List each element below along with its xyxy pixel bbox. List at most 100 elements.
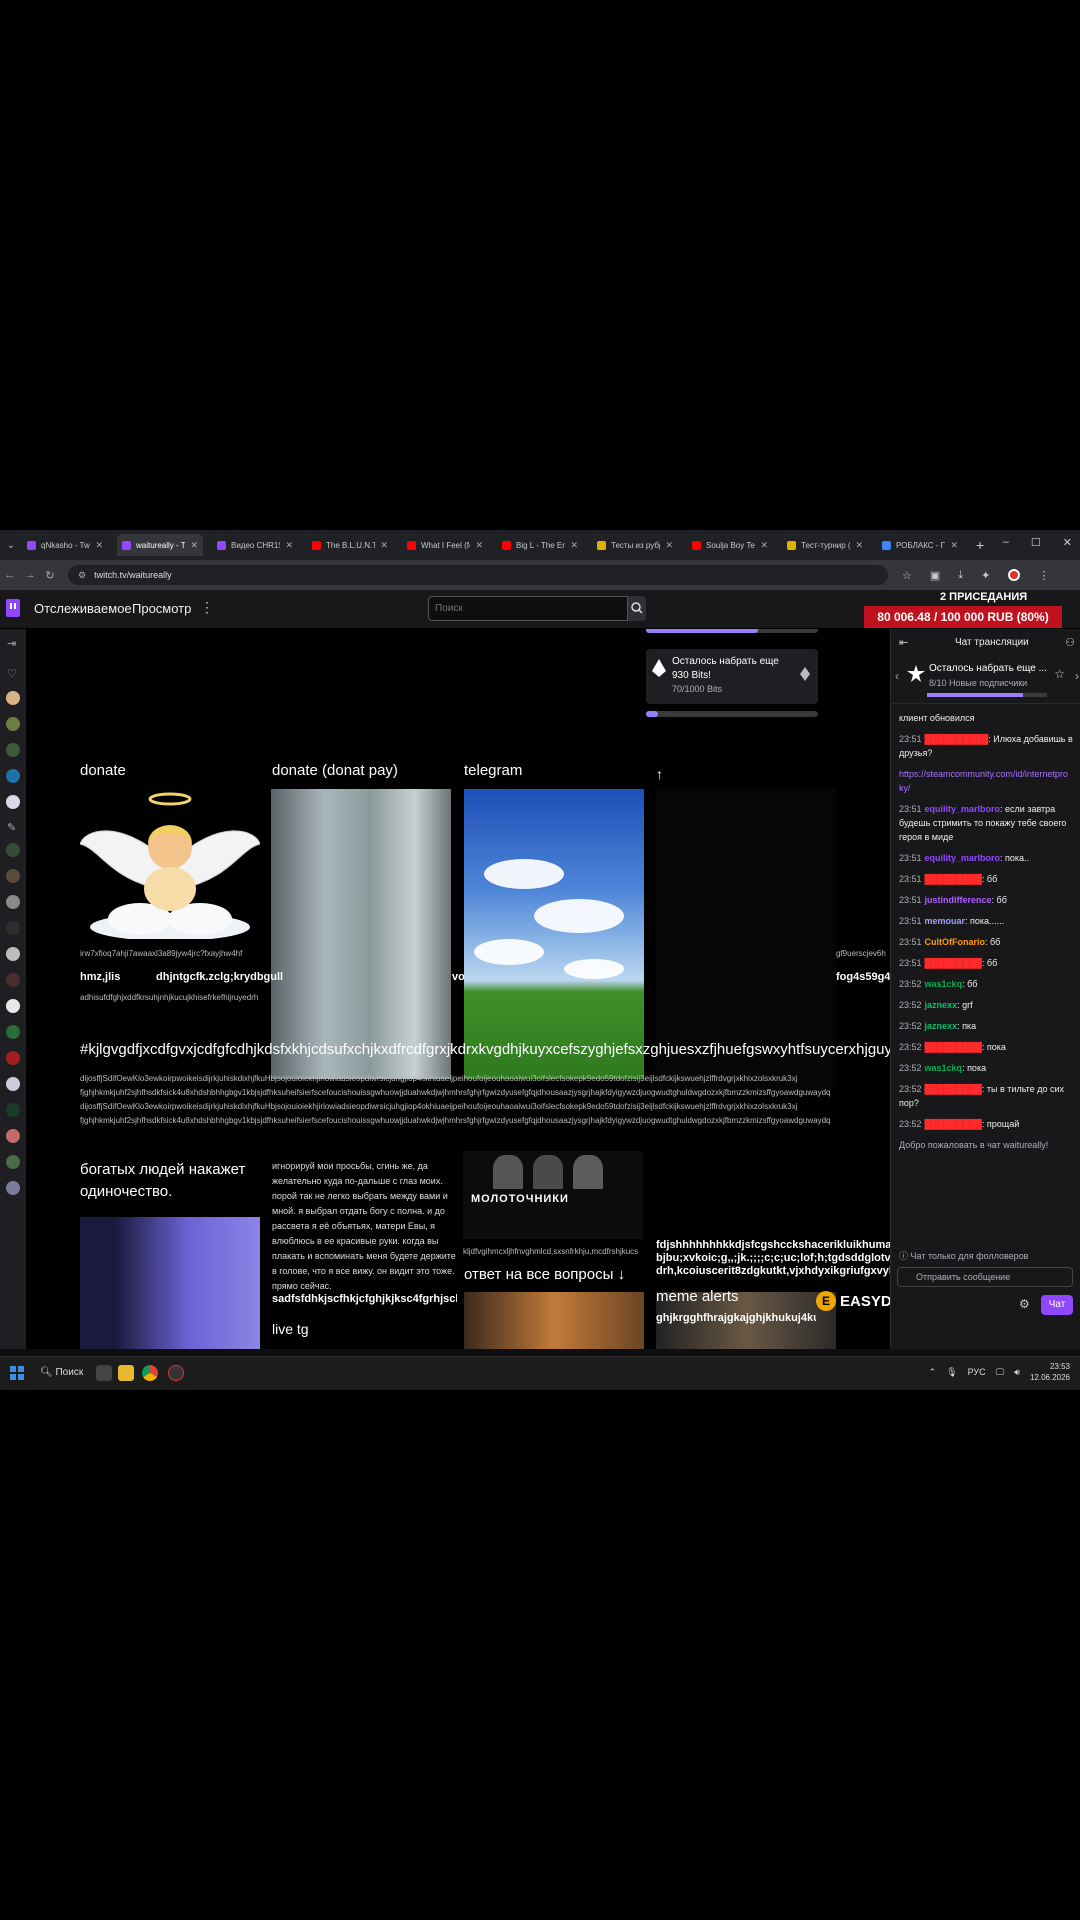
chat-username[interactable]: █████████ xyxy=(925,958,982,968)
site-info-icon[interactable]: ⚙ xyxy=(78,570,86,581)
taskbar-clock[interactable]: 23:53 12.06.2026 xyxy=(1030,1361,1070,1383)
new-tab-button[interactable]: + xyxy=(976,537,984,553)
profile-avatar[interactable] xyxy=(1008,568,1021,581)
browser-tab[interactable]: waitureally - Twit ✕ xyxy=(117,534,203,556)
chat-users-icon[interactable]: ⚇ xyxy=(1065,636,1075,649)
angel-image[interactable] xyxy=(80,789,260,939)
channel-avatar[interactable] xyxy=(6,717,20,731)
chat-username[interactable]: jaznexx xyxy=(925,1021,958,1031)
network-icon[interactable]: 🖵 xyxy=(996,1367,1005,1378)
chat-send-button[interactable]: Чат xyxy=(1041,1295,1073,1315)
more-menu-icon[interactable]: ⋮ xyxy=(200,599,214,616)
taskbar-search[interactable]: 🔍︎ Поиск xyxy=(40,1367,83,1378)
channel-avatar[interactable] xyxy=(6,1077,20,1091)
star-icon[interactable]: ☆ xyxy=(1054,667,1065,681)
minimize-icon[interactable]: – xyxy=(1003,536,1009,549)
chat-username[interactable]: █████████ xyxy=(925,1119,982,1129)
browser-tab[interactable]: qNkasho - Twitch ✕ xyxy=(22,534,108,556)
blue-panel-image[interactable] xyxy=(80,1217,260,1349)
volume-icon[interactable]: 🔊︎ xyxy=(1014,1367,1020,1378)
channel-avatar[interactable] xyxy=(6,869,20,883)
bliss-wallpaper-image[interactable] xyxy=(464,789,644,1079)
molot-video-thumbnail[interactable]: МОЛОТОЧНИКИ xyxy=(463,1151,643,1239)
tab-close-icon[interactable]: ✕ xyxy=(950,540,958,551)
chat-username[interactable]: █████████ xyxy=(925,1084,982,1094)
chat-username[interactable]: equility_marlboro xyxy=(925,853,1001,863)
tab-close-icon[interactable]: ✕ xyxy=(570,540,578,551)
panel-image[interactable] xyxy=(464,1292,644,1349)
chrome-icon[interactable] xyxy=(142,1365,158,1381)
search-button[interactable] xyxy=(628,596,646,621)
browser-tab[interactable]: Тесты из рубрик ✕ xyxy=(592,534,678,556)
channel-avatar[interactable] xyxy=(6,769,20,783)
channel-avatar[interactable] xyxy=(6,1155,20,1169)
nav-browse[interactable]: Просмотр xyxy=(132,601,191,616)
browser-tab[interactable]: Тест-турнир (8 ✕ xyxy=(782,534,868,556)
start-windows-icon[interactable] xyxy=(10,1366,24,1380)
browser-tab[interactable]: The B.L.U.N.T.E.D. ✕ xyxy=(307,534,393,556)
tab-close-icon[interactable]: ✕ xyxy=(855,540,863,551)
chat-username[interactable]: justindifference xyxy=(925,895,992,905)
extensions-puzzle-icon[interactable]: ✦ xyxy=(981,569,990,582)
chat-username[interactable]: █████████ xyxy=(925,874,982,884)
chat-username[interactable]: equility_marlboro xyxy=(925,804,1001,814)
browser-menu-icon[interactable]: ⋮ xyxy=(1038,569,1049,582)
channel-avatar[interactable] xyxy=(6,1181,20,1195)
browser-tab[interactable]: Soulja Boy Tell'em ✕ xyxy=(687,534,773,556)
chat-username[interactable]: ██████████ xyxy=(925,734,989,744)
tab-close-icon[interactable]: ✕ xyxy=(380,540,388,551)
channel-avatar[interactable] xyxy=(6,921,20,935)
channel-avatar[interactable] xyxy=(6,1025,20,1039)
url-field[interactable]: ⚙ twitch.tv/waitureally xyxy=(68,565,888,585)
chat-username[interactable]: █████████ xyxy=(925,1042,982,1052)
channel-avatar[interactable] xyxy=(6,743,20,757)
app-icon[interactable] xyxy=(168,1365,184,1381)
chat-settings-icon[interactable]: ⚙ xyxy=(1019,1297,1030,1311)
channel-avatar[interactable] xyxy=(6,1103,20,1117)
chat-username[interactable]: was1ckq xyxy=(925,979,963,989)
reload-icon[interactable]: ↻ xyxy=(40,569,60,582)
channel-avatar[interactable] xyxy=(6,973,20,987)
bookmark-star-icon[interactable]: ☆ xyxy=(902,569,912,582)
door-photo[interactable] xyxy=(271,789,451,1079)
tab-close-icon[interactable]: ✕ xyxy=(760,540,768,551)
nav-following[interactable]: Отслеживаемое xyxy=(34,601,132,616)
task-view-icon[interactable] xyxy=(96,1365,112,1381)
channel-avatar[interactable] xyxy=(6,999,20,1013)
collapse-rail-icon[interactable]: ⇥ xyxy=(7,637,16,650)
browser-tab[interactable]: What I Feel (feat. ✕ xyxy=(402,534,488,556)
browser-tab[interactable]: Big L - The Enemy ✕ xyxy=(497,534,583,556)
collapse-chat-icon[interactable]: ⇤ xyxy=(899,636,908,649)
chat-username[interactable]: CultOfFonario xyxy=(925,937,986,947)
back-icon[interactable]: ← xyxy=(0,569,20,581)
tab-close-icon[interactable]: ✕ xyxy=(190,540,198,551)
download-icon[interactable]: ⤓ xyxy=(958,569,963,582)
twitch-logo-icon[interactable] xyxy=(6,599,20,617)
tray-arrow-icon[interactable]: ⌃ xyxy=(929,1367,937,1378)
tab-close-icon[interactable]: ✕ xyxy=(95,540,103,551)
tab-close-icon[interactable]: ✕ xyxy=(475,540,483,551)
channel-avatar[interactable] xyxy=(6,1129,20,1143)
tab-search-icon[interactable]: ⌄ xyxy=(0,540,22,551)
channel-avatar[interactable] xyxy=(6,691,20,705)
channel-avatar[interactable] xyxy=(6,1051,20,1065)
language-indicator[interactable]: РУС xyxy=(968,1367,986,1377)
channel-avatar[interactable] xyxy=(6,947,20,961)
chevron-left-icon[interactable]: ‹ xyxy=(895,669,899,683)
channel-avatar[interactable] xyxy=(6,843,20,857)
mic-icon[interactable]: 🎙︎ xyxy=(946,1367,957,1378)
chat-username[interactable]: was1ckq xyxy=(925,1063,963,1073)
extension-icon[interactable]: ▣ xyxy=(930,569,940,582)
browser-tab[interactable]: Видео CHR1SWi ✕ xyxy=(212,534,298,556)
chat-username[interactable]: jaznexx xyxy=(925,1000,958,1010)
browser-tab[interactable]: РОБЛАКС - Поис ✕ xyxy=(877,534,963,556)
search-input[interactable] xyxy=(428,596,628,621)
channel-avatar[interactable] xyxy=(6,795,20,809)
file-explorer-icon[interactable] xyxy=(118,1365,134,1381)
forward-icon[interactable]: → xyxy=(20,569,40,581)
close-window-icon[interactable]: ✕ xyxy=(1063,536,1072,549)
maximize-icon[interactable]: ☐ xyxy=(1031,536,1041,549)
channel-avatar[interactable] xyxy=(6,895,20,909)
tab-close-icon[interactable]: ✕ xyxy=(665,540,673,551)
chat-message-input[interactable]: Отправить сообщение xyxy=(897,1267,1073,1287)
